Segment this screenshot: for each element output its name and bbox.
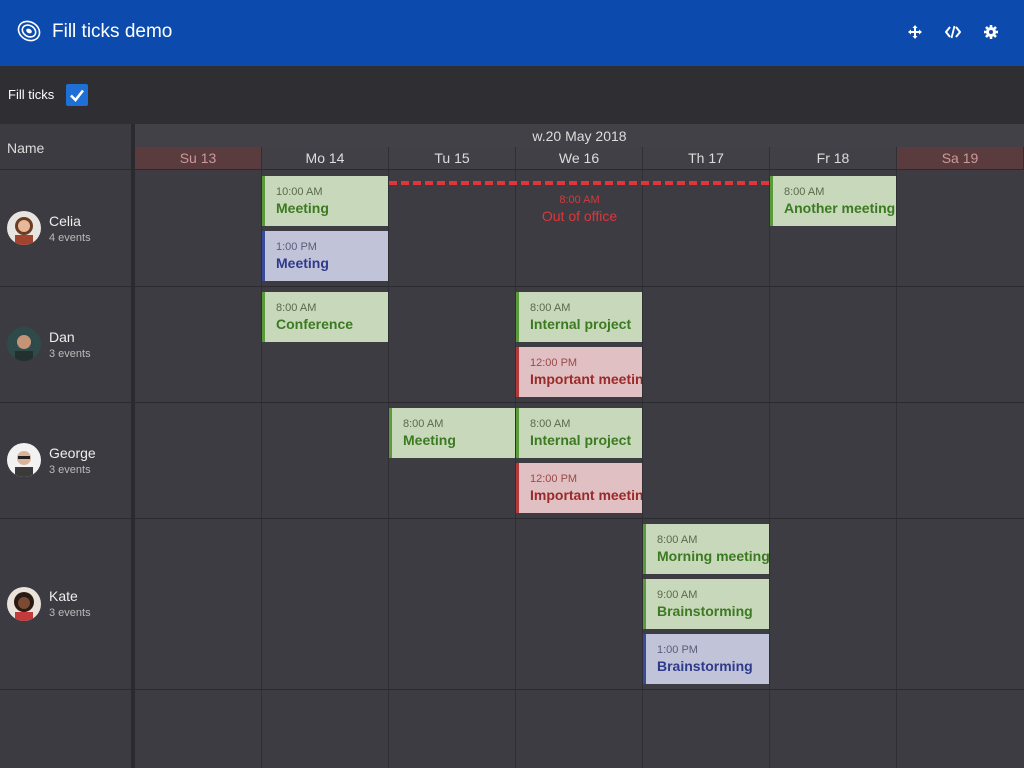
resource-event-count: 3 events	[49, 348, 91, 360]
event-time: 12:00 PM	[530, 473, 578, 485]
fill-ticks-label: Fill ticks	[8, 87, 55, 102]
out-of-office-bar[interactable]	[389, 181, 769, 185]
event-time: 8:00 AM	[403, 418, 444, 430]
event-name: Brainstorming	[657, 658, 753, 674]
day-header-thursday: Th 17	[643, 147, 770, 170]
resource-name: Celia	[49, 213, 81, 229]
event-name: Conference	[276, 316, 354, 332]
resource-row-dan[interactable]: Dan 3 events	[0, 287, 131, 403]
event-time: 10:00 AM	[276, 186, 323, 198]
out-of-office-time: 8:00 AM	[559, 194, 600, 206]
event-block[interactable]: 1:00 PM Meeting	[262, 231, 388, 281]
check-icon	[70, 89, 85, 102]
event-name: Another meeting	[784, 200, 896, 216]
event-name: Internal project	[530, 432, 632, 448]
day-header-tuesday: Tu 15	[389, 147, 516, 170]
resource-row-celia[interactable]: Celia 4 events	[0, 170, 131, 287]
avatar	[7, 443, 41, 477]
move-icon[interactable]	[907, 24, 923, 40]
logo-icon	[17, 20, 41, 42]
fill-ticks-checkbox[interactable]	[66, 84, 88, 106]
event-time: 12:00 PM	[530, 357, 578, 369]
row-divider	[135, 402, 1024, 403]
row-divider	[135, 286, 1024, 287]
event-time: 1:00 PM	[276, 241, 317, 253]
resource-name: Kate	[49, 588, 78, 604]
event-time: 8:00 AM	[657, 534, 698, 546]
event-block[interactable]: 8:00 AM Morning meeting	[643, 524, 770, 574]
empty-row	[0, 690, 131, 768]
settings-icon[interactable]	[983, 24, 999, 40]
column-divider	[769, 170, 770, 768]
event-time: 1:00 PM	[657, 644, 698, 656]
event-name: Important meetin	[530, 371, 642, 387]
event-block[interactable]: 10:00 AM Meeting	[262, 176, 388, 226]
event-time: 8:00 AM	[530, 302, 571, 314]
event-name: Morning meeting	[657, 548, 770, 564]
event-name: Internal project	[530, 316, 632, 332]
event-time: 8:00 AM	[276, 302, 317, 314]
avatar	[7, 211, 41, 245]
resource-event-count: 4 events	[49, 232, 91, 244]
event-time: 9:00 AM	[657, 589, 698, 601]
event-block[interactable]: 12:00 PM Important meetin	[516, 347, 642, 397]
code-icon[interactable]	[945, 24, 961, 40]
day-header-saturday: Sa 19	[897, 147, 1024, 170]
event-block[interactable]: 8:00 AM Internal project	[516, 408, 642, 458]
out-of-office-label: Out of office	[541, 208, 618, 224]
event-block[interactable]: 9:00 AM Brainstorming	[643, 579, 769, 629]
week-label: w.20 May 2018	[532, 128, 627, 144]
day-header-monday: Mo 14	[262, 147, 389, 170]
event-block[interactable]: 12:00 PM Important meetin	[516, 463, 642, 513]
app-title: Fill ticks demo	[52, 21, 173, 42]
event-name: Meeting	[403, 432, 456, 448]
column-divider	[388, 170, 389, 768]
toolbar	[0, 66, 1024, 124]
day-header-wednesday: We 16	[516, 147, 643, 170]
column-divider	[896, 170, 897, 768]
row-divider	[135, 689, 1024, 690]
row-divider	[135, 518, 1024, 519]
event-block[interactable]: 1:00 PM Brainstorming	[643, 634, 769, 684]
name-header-label: Name	[7, 140, 45, 156]
resource-row-kate[interactable]: Kate 3 events	[0, 519, 131, 690]
event-block[interactable]: 8:00 AM Conference	[262, 292, 388, 342]
resource-name: Dan	[49, 329, 75, 345]
event-block[interactable]: 8:00 AM Internal project	[516, 292, 642, 342]
day-header-friday: Fr 18	[770, 147, 897, 170]
event-time: 8:00 AM	[530, 418, 571, 430]
resource-event-count: 3 events	[49, 464, 91, 476]
event-name: Meeting	[276, 255, 329, 271]
name-column-header[interactable]: Name	[0, 124, 131, 170]
week-header: w.20 May 2018	[135, 124, 1024, 147]
resource-name: George	[49, 445, 96, 461]
event-block[interactable]: 8:00 AM Meeting	[389, 408, 515, 458]
event-time: 8:00 AM	[784, 186, 825, 198]
event-name: Meeting	[276, 200, 329, 216]
event-block[interactable]: 8:00 AM Another meeting	[770, 176, 896, 226]
resource-row-george[interactable]: George 3 events	[0, 403, 131, 519]
resource-event-count: 3 events	[49, 607, 91, 619]
day-header-sunday: Su 13	[135, 147, 262, 170]
event-name: Brainstorming	[657, 603, 753, 619]
event-name: Important meetin	[530, 487, 642, 503]
avatar	[7, 327, 41, 361]
avatar	[7, 587, 41, 621]
